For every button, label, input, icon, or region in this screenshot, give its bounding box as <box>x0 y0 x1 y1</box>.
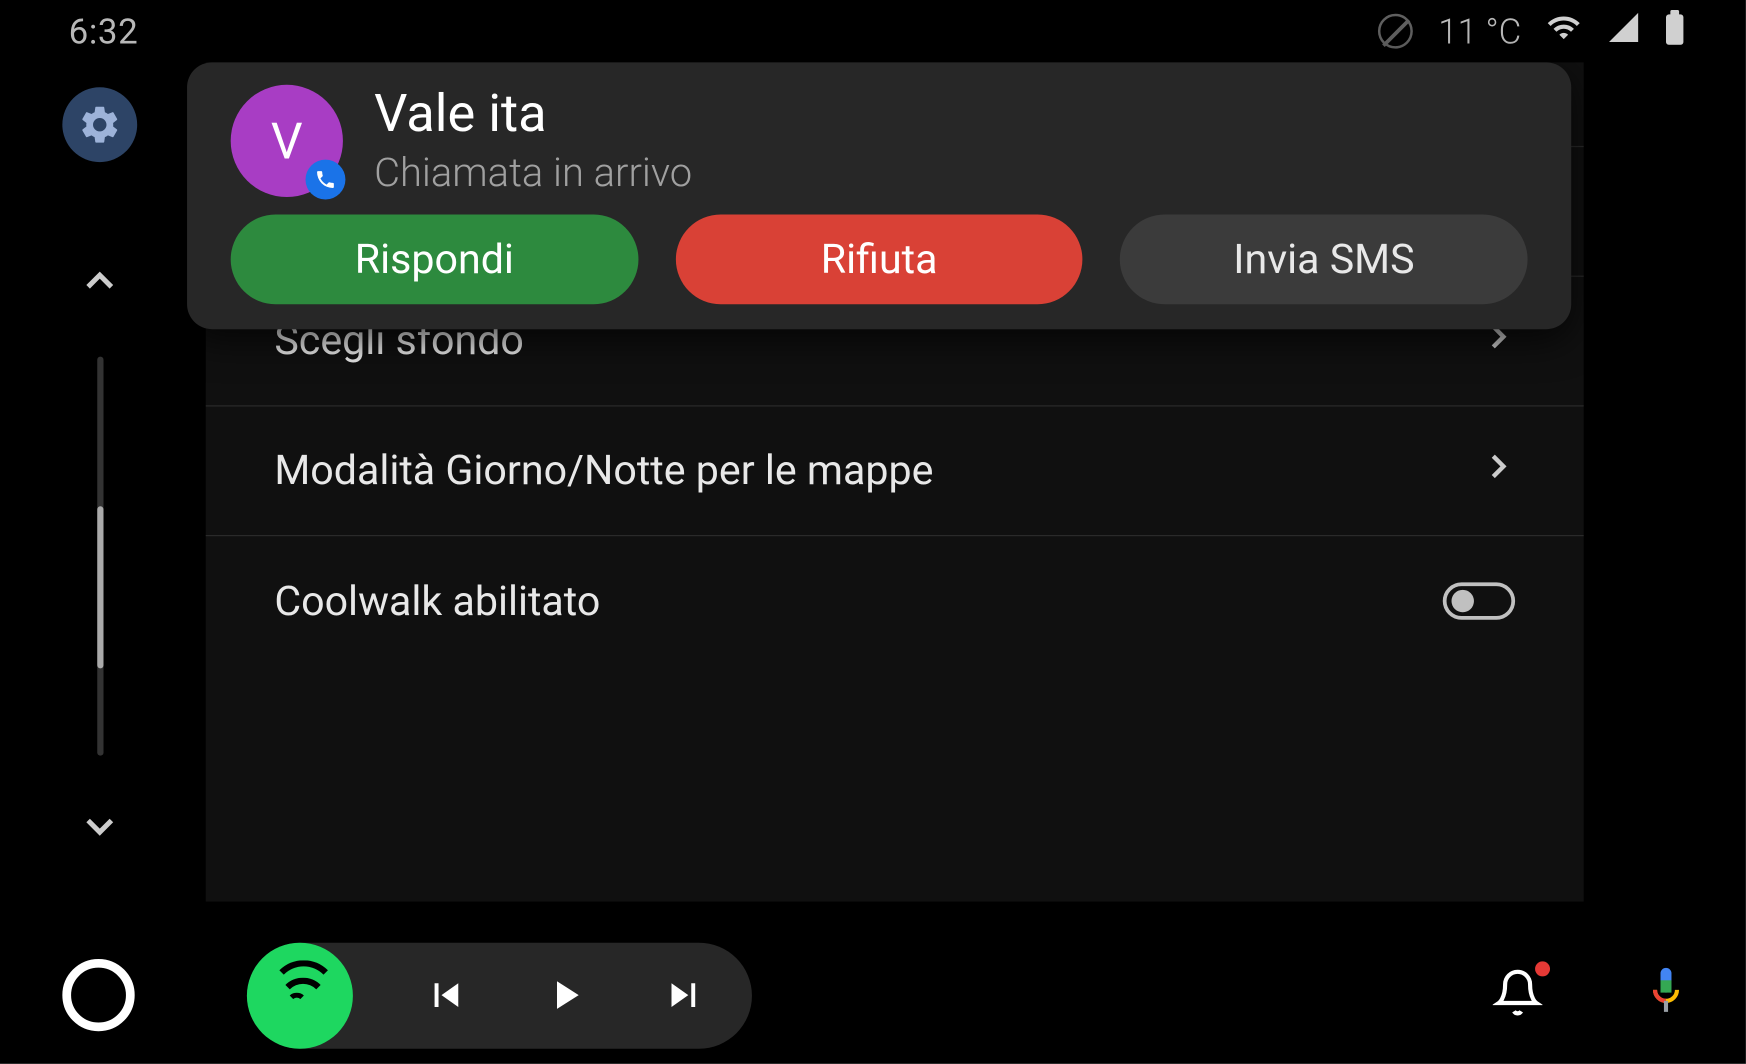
previous-track-button[interactable] <box>421 970 471 1020</box>
bottom-bar <box>0 927 1746 1064</box>
play-button[interactable] <box>540 970 590 1020</box>
skip-previous-icon <box>423 971 470 1018</box>
phone-badge-icon <box>306 160 346 200</box>
status-bar: 6:32 11 °C <box>0 0 1746 62</box>
list-item-label: Coolwalk abilitato <box>274 577 600 626</box>
gear-icon <box>77 102 122 147</box>
bell-icon <box>1493 1001 1543 1025</box>
chevron-up-icon <box>80 262 120 302</box>
assistant-mic-button[interactable] <box>1649 965 1684 1025</box>
launcher-button[interactable] <box>62 959 134 1031</box>
clock: 6:32 <box>69 11 139 52</box>
settings-button[interactable] <box>62 87 137 162</box>
spotify-icon[interactable] <box>247 942 353 1048</box>
signal-icon <box>1606 9 1641 53</box>
media-control-pill <box>247 942 752 1048</box>
scroll-up-button[interactable] <box>80 237 120 332</box>
left-rail <box>0 62 200 926</box>
next-track-button[interactable] <box>658 970 708 1020</box>
toggle-off[interactable] <box>1443 582 1515 619</box>
list-item-coolwalk[interactable]: Coolwalk abilitato <box>206 536 1584 666</box>
mic-icon <box>1649 1001 1684 1025</box>
chevron-right-icon <box>1480 446 1515 495</box>
play-icon <box>541 971 588 1018</box>
list-item-label: Modalità Giorno/Notte per le mappe <box>274 446 933 495</box>
wifi-icon <box>1546 9 1581 53</box>
answer-button[interactable]: Rispondi <box>231 214 638 304</box>
skip-next-icon <box>660 971 707 1018</box>
chevron-down-icon <box>80 806 120 846</box>
incoming-call-notification: V Vale ita Chiamata in arrivo Rispondi R… <box>187 62 1571 329</box>
decline-button[interactable]: Rifiuta <box>675 214 1082 304</box>
notification-dot <box>1535 961 1550 976</box>
avatar: V <box>231 85 343 197</box>
scroll-thumb[interactable] <box>97 506 103 668</box>
dnd-icon <box>1378 14 1413 49</box>
call-status: Chiamata in arrivo <box>374 149 692 196</box>
notifications-button[interactable] <box>1493 965 1543 1025</box>
send-sms-button[interactable]: Invia SMS <box>1120 214 1527 304</box>
scroll-down-button[interactable] <box>80 781 120 876</box>
caller-name: Vale ita <box>374 86 692 144</box>
scroll-track[interactable] <box>97 357 103 756</box>
battery-icon <box>1666 9 1683 53</box>
list-item-day-night[interactable]: Modalità Giorno/Notte per le mappe <box>206 407 1584 537</box>
temperature: 11 °C <box>1438 11 1521 52</box>
